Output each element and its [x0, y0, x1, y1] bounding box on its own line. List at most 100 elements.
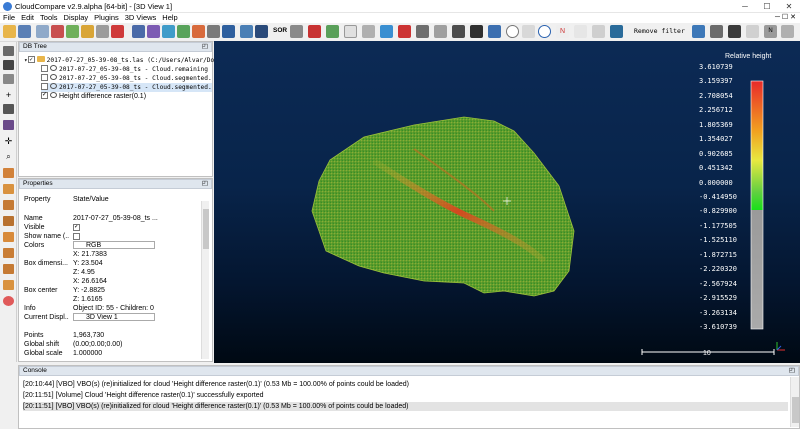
menu-help[interactable]: Help: [159, 13, 180, 23]
view-top-icon[interactable]: [3, 168, 14, 178]
plane-icon[interactable]: [326, 25, 339, 38]
normals-icon[interactable]: [162, 25, 175, 38]
menu-file[interactable]: File: [0, 13, 18, 23]
view-front-icon[interactable]: [3, 184, 14, 194]
view-left-icon[interactable]: [3, 200, 14, 210]
mdi-window-controls[interactable]: ─ ☐ ✕: [775, 13, 796, 21]
film-icon[interactable]: [470, 25, 483, 38]
3d-view[interactable]: Relative height 3.610739 3.159397 2.708054…: [214, 41, 800, 363]
plus-icon[interactable]: +: [3, 90, 14, 100]
section-icon[interactable]: [380, 25, 393, 38]
tree-item-selected[interactable]: 2017-07-27_05-39-08_ts - Cloud.segmented…: [41, 82, 212, 92]
tree-item[interactable]: 2017-07-27_05-39-08_ts - Cloud.remaining: [41, 64, 208, 74]
delete-icon[interactable]: [51, 25, 64, 38]
tree-item[interactable]: ✓ Height difference raster(0.1): [41, 91, 146, 101]
grid-icon[interactable]: [781, 25, 794, 38]
merge-icon[interactable]: [66, 25, 79, 38]
scroll-thumb[interactable]: [792, 397, 799, 423]
property-value[interactable]: Z: 4.95: [73, 268, 198, 277]
property-value[interactable]: X: 21.7383: [73, 250, 198, 259]
bbox-icon[interactable]: [434, 25, 447, 38]
console-scrollbar[interactable]: [790, 377, 799, 427]
cloud-icon[interactable]: [240, 25, 253, 38]
layers-icon[interactable]: [692, 25, 705, 38]
sor-filter-button[interactable]: SOR: [273, 27, 287, 34]
property-value[interactable]: (0.00;0.00;0.00): [73, 340, 198, 349]
maximize-button[interactable]: ☐: [757, 0, 777, 13]
view-right-icon[interactable]: [3, 232, 14, 242]
menu-tools[interactable]: Tools: [37, 13, 61, 23]
remove-filter-button[interactable]: Remove filter: [634, 27, 685, 35]
property-value[interactable]: 1.000000: [73, 349, 198, 358]
sf-icon[interactable]: [192, 25, 205, 38]
color-icon[interactable]: [147, 25, 160, 38]
save-icon[interactable]: [18, 25, 31, 38]
qualify-icon[interactable]: [610, 25, 623, 38]
checkbox[interactable]: ✓: [73, 224, 80, 231]
visibility-checkbox[interactable]: [41, 82, 48, 90]
scroll-thumb[interactable]: [203, 209, 209, 249]
picking-icon[interactable]: [362, 25, 375, 38]
close-button[interactable]: ✕: [779, 0, 799, 13]
translate-icon[interactable]: [81, 25, 94, 38]
property-value[interactable]: 1,963,730: [73, 331, 198, 340]
property-value[interactable]: Y: -2.8825: [73, 286, 198, 295]
visibility-checkbox[interactable]: [41, 64, 48, 72]
view-iso1-icon[interactable]: [3, 264, 14, 274]
north-icon[interactable]: N: [556, 25, 569, 38]
checkbox[interactable]: [73, 233, 80, 240]
close-panel-icon[interactable]: ◰: [202, 43, 208, 51]
hpr-icon[interactable]: [488, 25, 501, 38]
property-value[interactable]: Object ID: 55 - Children: 0: [73, 304, 198, 313]
se-icon[interactable]: [452, 25, 465, 38]
menu-edit[interactable]: Edit: [18, 13, 37, 23]
select-icon[interactable]: [3, 46, 14, 56]
pivot-icon[interactable]: [3, 120, 14, 130]
dropdown[interactable]: RGB: [73, 241, 155, 249]
view-bottom-icon[interactable]: [3, 248, 14, 258]
noise-icon[interactable]: [290, 25, 303, 38]
tool-icon[interactable]: [592, 25, 605, 38]
properties-scrollbar[interactable]: [201, 201, 209, 359]
property-value[interactable]: X: 26.6164: [73, 277, 198, 286]
menu-plugins[interactable]: Plugins: [91, 13, 122, 23]
close-panel-icon[interactable]: ◰: [789, 367, 795, 375]
mesh-to-cloud-icon[interactable]: N: [764, 25, 777, 38]
view-iso2-icon[interactable]: [3, 280, 14, 290]
plugin-icon[interactable]: [574, 25, 587, 38]
visibility-checkbox[interactable]: ✓: [27, 55, 35, 63]
view-back-icon[interactable]: [3, 216, 14, 226]
open-icon[interactable]: [3, 25, 16, 38]
mesh-icon[interactable]: [207, 25, 220, 38]
minimize-button[interactable]: ─: [735, 0, 755, 13]
pause-icon[interactable]: [3, 74, 14, 84]
display-icon[interactable]: [728, 25, 741, 38]
sensor-icon[interactable]: [416, 25, 429, 38]
subsample-icon[interactable]: [132, 25, 145, 38]
octree-icon[interactable]: [177, 25, 190, 38]
tag-icon[interactable]: [746, 25, 759, 38]
move-icon[interactable]: ✛: [3, 136, 14, 146]
align-icon[interactable]: [96, 25, 109, 38]
clone-icon[interactable]: [36, 25, 49, 38]
property-value[interactable]: Z: 1.6165: [73, 295, 198, 304]
visibility-checkbox[interactable]: ✓: [41, 91, 48, 99]
cross-icon[interactable]: [111, 25, 124, 38]
visibility-checkbox[interactable]: [41, 73, 48, 81]
ellipse-icon[interactable]: [538, 25, 551, 38]
zoom-icon[interactable]: ⌕: [3, 152, 14, 162]
video-icon[interactable]: [3, 60, 14, 70]
dropdown[interactable]: 3D View 1: [73, 313, 155, 321]
clock-icon[interactable]: [506, 25, 519, 38]
property-value[interactable]: 2017-07-27_05-39-08_ts ...: [73, 214, 198, 223]
checker-icon[interactable]: [255, 25, 268, 38]
ruler-icon[interactable]: [398, 25, 411, 38]
menu-3d-views[interactable]: 3D Views: [122, 13, 160, 23]
close-panel-icon[interactable]: ◰: [202, 180, 208, 188]
tree-item[interactable]: ▾ ✓ 2017-07-27_05-39-08_ts.las (C:/Users/A…: [24, 55, 214, 65]
compass-icon[interactable]: [522, 25, 535, 38]
color-scale-icon[interactable]: [3, 296, 14, 306]
distance-icon[interactable]: [222, 25, 235, 38]
rotate-icon[interactable]: [3, 104, 14, 114]
tree-item[interactable]: 2017-07-27_05-39-08_ts - Cloud.segmented…: [41, 73, 212, 83]
